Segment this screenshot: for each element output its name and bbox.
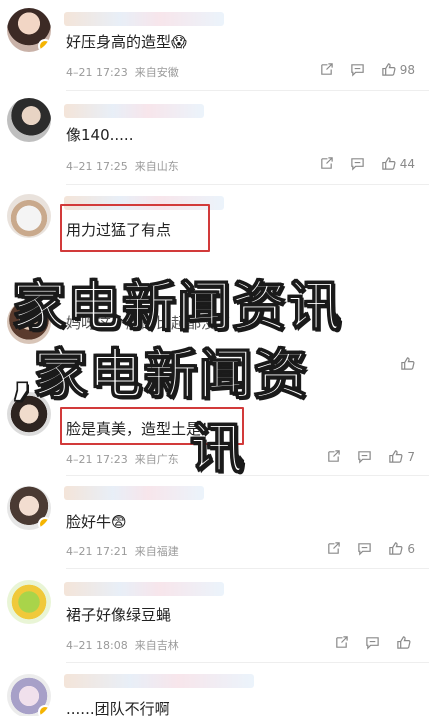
comment-text-content: 好压身高的造型 [66, 33, 172, 51]
avatar[interactable] [7, 580, 51, 624]
username-blurred[interactable] [64, 582, 224, 596]
comment-icon [350, 158, 364, 171]
reply-button[interactable] [357, 449, 372, 464]
timestamp: 4–21 17:23 [66, 66, 128, 79]
overlay-caption-line-3: 讯 [189, 416, 245, 480]
timestamp: 4–21 17:21 [66, 545, 128, 558]
comment-actions: 7 [326, 449, 415, 464]
comment-text: ......团队不行啊 [66, 698, 170, 716]
comment-icon [358, 451, 372, 464]
comment-icon [350, 64, 364, 77]
divider [66, 568, 429, 569]
reply-button[interactable] [365, 635, 380, 650]
comment-text: 裙子好像绿豆蝇 [66, 604, 171, 625]
share-button[interactable] [319, 156, 334, 171]
username-blurred[interactable] [64, 674, 254, 688]
divider [66, 475, 429, 476]
comment-text-content: ......团队不行啊 [66, 700, 170, 716]
comment-icon [366, 637, 379, 650]
reply-button[interactable] [350, 62, 365, 77]
comment-icon [358, 543, 372, 556]
comment-actions [334, 635, 415, 650]
thumbs-up-icon [397, 636, 411, 649]
share-icon [336, 636, 348, 648]
share-button[interactable] [334, 635, 349, 650]
emoji-icon: 😱 [171, 33, 187, 51]
thumbs-up-icon [381, 157, 396, 170]
like-count: 44 [399, 156, 415, 171]
location: 来自广东 [134, 453, 179, 466]
like-button[interactable]: 98 [381, 62, 415, 77]
highlight-box [60, 204, 210, 252]
comment-text: 好压身高的造型😱 [66, 31, 187, 52]
username-blurred[interactable] [64, 12, 224, 26]
divider [66, 662, 429, 663]
comment-meta: 4–21 17:23 来自安徽 [66, 64, 179, 80]
comment-actions: 44 [319, 156, 415, 171]
avatar[interactable] [7, 486, 51, 530]
timestamp: 4–21 17:25 [66, 160, 128, 173]
comment-text: 像140..... [66, 124, 133, 145]
comment-actions: 98 [319, 62, 415, 77]
comment-meta: 4–21 17:21 来自福建 [66, 543, 179, 559]
username-blurred[interactable] [64, 486, 204, 500]
like-count: 6 [407, 541, 415, 556]
location: 来自安徽 [134, 66, 179, 79]
location: 来自吉林 [134, 639, 179, 652]
comment-actions [400, 356, 415, 371]
avatar[interactable] [7, 8, 51, 52]
share-button[interactable] [326, 541, 341, 556]
share-icon [320, 63, 333, 75]
reply-button[interactable] [350, 156, 365, 171]
share-icon [320, 157, 333, 169]
thumbs-up-icon [401, 357, 415, 370]
like-button[interactable]: 6 [388, 541, 415, 556]
share-button[interactable] [326, 449, 341, 464]
divider [66, 90, 429, 91]
comment-text-content: 裙子好像绿豆蝇 [66, 606, 172, 624]
comment-meta: 4–21 17:23 来自广东 [66, 451, 179, 467]
comment-actions: 6 [326, 541, 415, 556]
thumbs-up-icon [381, 63, 396, 76]
verified-badge-icon [38, 39, 51, 52]
avatar[interactable] [7, 98, 51, 142]
timestamp: 4–21 17:23 [66, 453, 128, 466]
thumbs-up-icon [389, 450, 403, 463]
comment-text-content: 像140..... [66, 126, 134, 144]
like-button[interactable]: 7 [388, 449, 415, 464]
like-count: 7 [407, 449, 415, 464]
avatar[interactable] [7, 674, 51, 716]
location: 来自山东 [134, 160, 179, 173]
verified-badge-icon [38, 705, 51, 716]
like-button[interactable]: 44 [381, 156, 415, 171]
comment-meta: 4–21 17:25 来自山东 [66, 158, 179, 174]
divider [66, 184, 429, 185]
verified-badge-icon [38, 517, 51, 530]
like-button[interactable] [400, 356, 415, 371]
username-blurred[interactable] [64, 104, 204, 118]
like-button[interactable] [396, 635, 415, 650]
reply-button[interactable] [357, 541, 372, 556]
thumbs-up-icon [389, 542, 403, 555]
share-icon [328, 542, 341, 554]
avatar[interactable] [7, 194, 51, 238]
like-count: 98 [399, 62, 415, 77]
overlay-caption-line-2: ,家电新闻资 [11, 342, 309, 406]
comment-meta: 4–21 18:08 来自吉林 [66, 637, 179, 653]
comment-text: 脸好牛😨 [66, 511, 127, 532]
location: 来自福建 [134, 545, 179, 558]
share-icon [328, 450, 341, 462]
emoji-icon: 😨 [111, 513, 127, 531]
share-button[interactable] [319, 62, 334, 77]
timestamp: 4–21 18:08 [66, 639, 128, 652]
comment-text-content: 脸好牛 [66, 513, 112, 531]
